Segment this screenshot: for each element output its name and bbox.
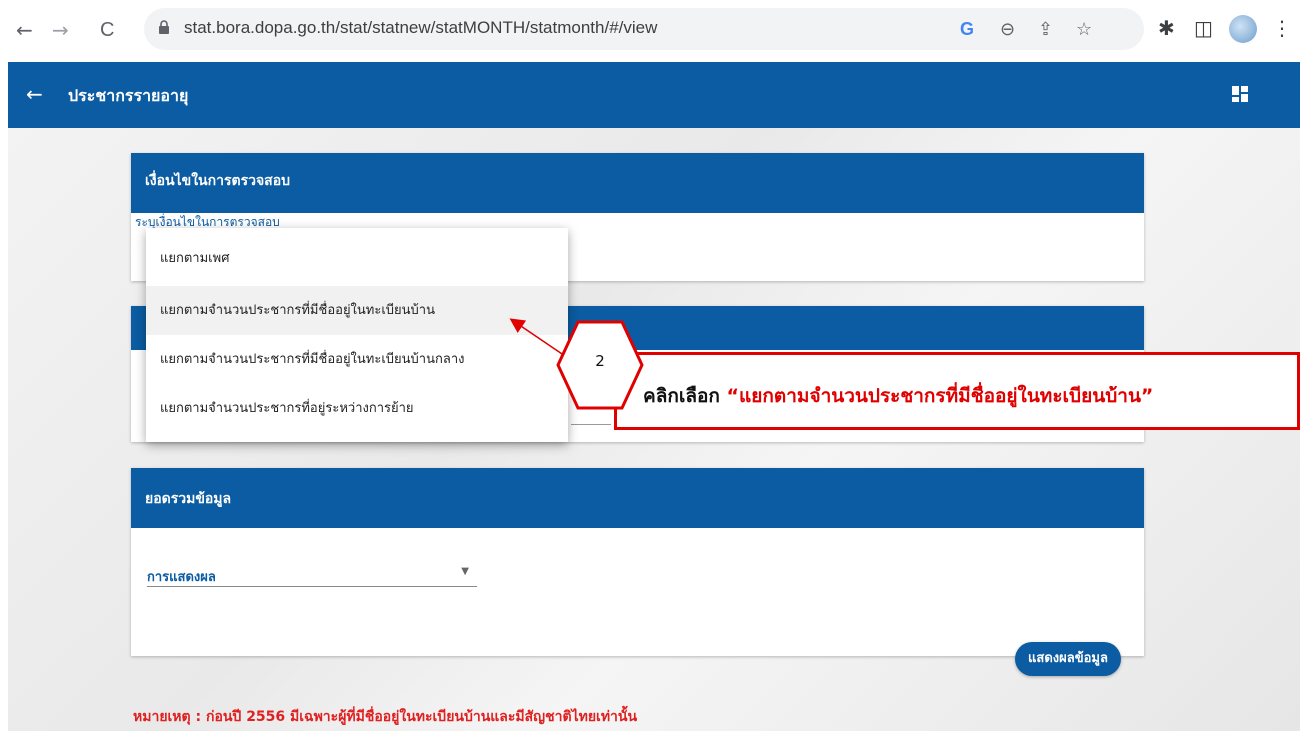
display-select[interactable]: การแสดงผล ▼ [147,564,477,587]
dashboard-grid-icon[interactable] [1232,86,1248,102]
side-panel-icon[interactable]: ◫ [1194,16,1213,40]
share-icon[interactable]: ⇪ [1038,19,1053,40]
address-bar[interactable]: stat.bora.dopa.go.th/stat/statnew/statMO… [144,8,1144,50]
extensions-icon[interactable]: ✱ [1158,16,1175,40]
step-number: 2 [595,352,605,370]
url-text[interactable]: stat.bora.dopa.go.th/stat/statnew/statMO… [184,18,657,38]
google-icon[interactable]: G [960,19,974,40]
summary-card: ยอดรวมข้อมูล การแสดงผล ▼ แสดงผลข้อมูล [131,468,1144,676]
forward-arrow-icon[interactable]: → [52,18,69,42]
lock-icon[interactable] [158,20,170,34]
kebab-menu-icon[interactable]: ⋮ [1272,16,1292,40]
condition-dropdown-menu: แยกตามเพศ แยกตามจำนวนประชากรที่มีชื่ออยู… [146,228,568,442]
show-data-button[interactable]: แสดงผลข้อมูล [1015,642,1121,676]
menu-item-house-registration[interactable]: แยกตามจำนวนประชากรที่มีชื่ออยู่ในทะเบียน… [146,286,568,335]
conditions-card-header: เงื่อนไขในการตรวจสอบ [131,153,1144,213]
menu-item-by-sex[interactable]: แยกตามเพศ [146,228,568,286]
menu-item-moving[interactable]: แยกตามจำนวนประชากรที่อยู่ระหว่างการย้าย [146,384,568,433]
app-header: ← ประชากรรายอายุ [8,62,1300,128]
annotation-quoted: “แยกตามจำนวนประชากรที่มีชื่ออยู่ในทะเบีย… [726,385,1154,407]
annotation-prefix: คลิกเลือก [643,385,720,407]
menu-item-central-registration[interactable]: แยกตามจำนวนประชากรที่มีชื่ออยู่ในทะเบียน… [146,335,568,384]
select-underline [571,424,611,425]
zoom-icon[interactable]: ⊖ [1000,19,1015,40]
summary-card-header: ยอดรวมข้อมูล [131,468,1144,528]
reload-icon[interactable]: C [100,18,114,42]
browser-toolbar: ← → C stat.bora.dopa.go.th/stat/statnew/… [0,0,1308,62]
footnote: หมายเหตุ : ก่อนปี 2556 มีเฉพาะผู้ที่มีชื… [133,709,638,725]
back-arrow-icon[interactable]: ← [26,82,43,106]
annotation-callout: คลิกเลือก “แยกตามจำนวนประชากรที่มีชื่ออย… [614,352,1300,430]
profile-avatar[interactable] [1229,15,1257,43]
page-title: ประชากรรายอายุ [68,86,189,105]
bookmark-star-icon[interactable]: ☆ [1076,19,1092,40]
chevron-down-icon[interactable]: ▼ [461,566,469,577]
annotation-text: คลิกเลือก “แยกตามจำนวนประชากรที่มีชื่ออย… [643,381,1153,411]
display-select-label: การแสดงผล [147,570,216,585]
back-arrow-icon[interactable]: ← [16,18,33,42]
